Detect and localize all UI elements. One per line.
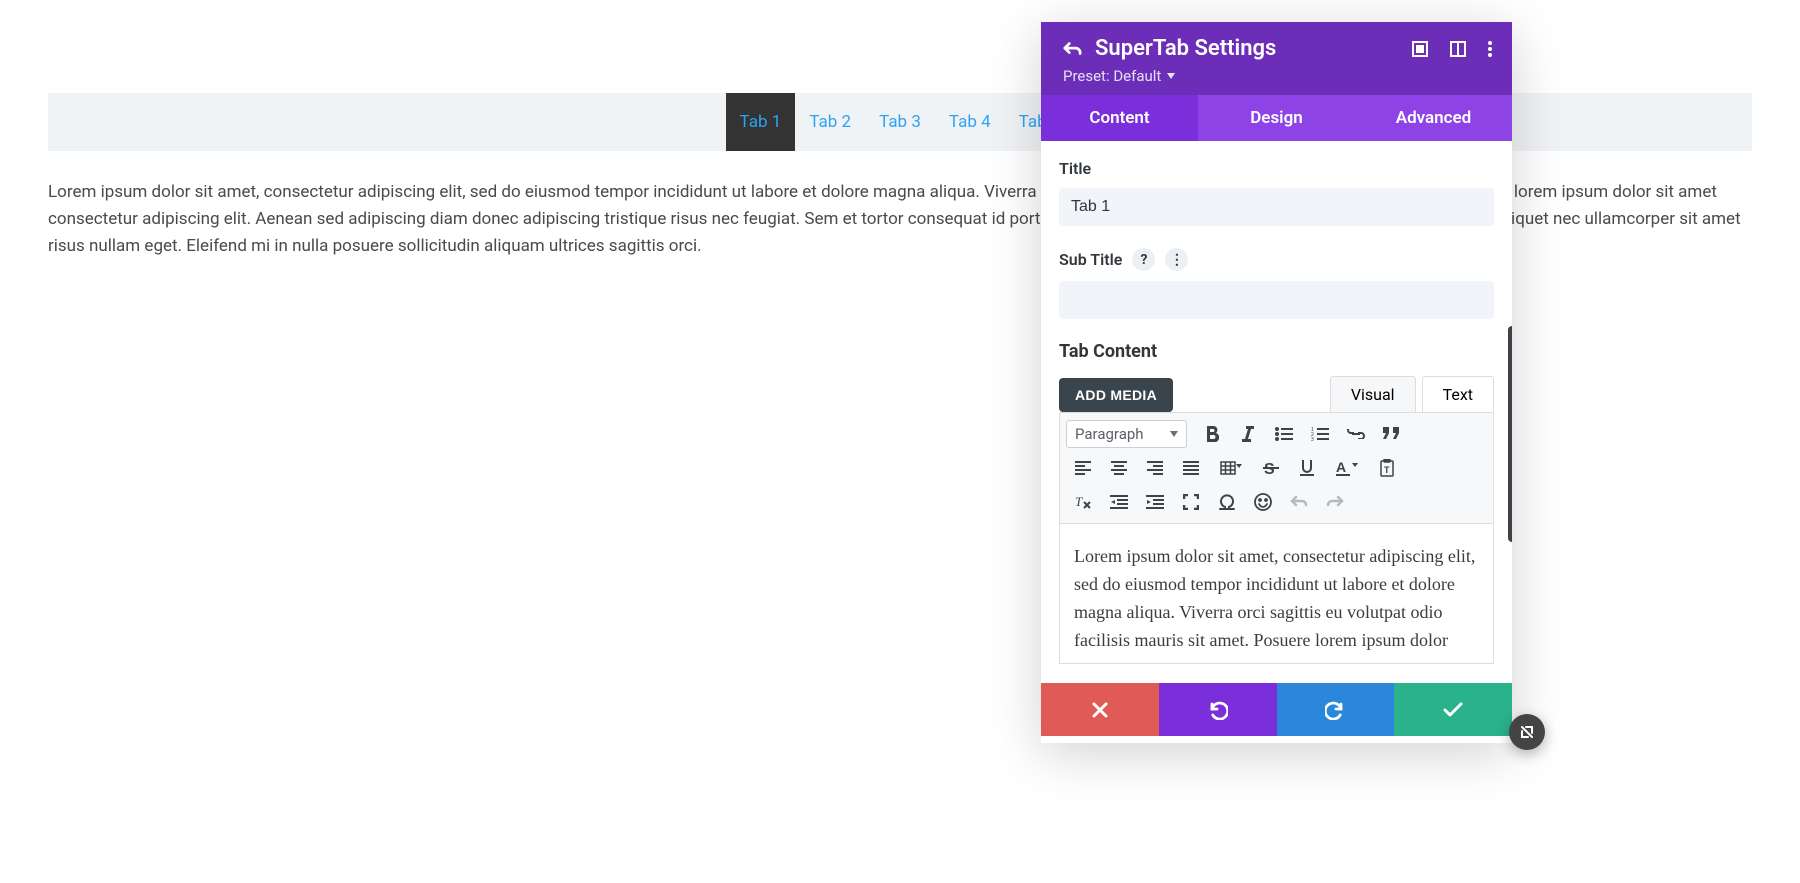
outdent-icon[interactable] [1102,487,1136,517]
editor-text-tab[interactable]: Text [1422,376,1494,412]
tab-label: Tab 3 [879,112,921,132]
more-options-icon[interactable]: ⋮ [1165,248,1188,271]
align-center-icon[interactable] [1102,453,1136,483]
paragraph-label: Paragraph [1075,425,1144,443]
tab-label: Advanced [1396,108,1472,128]
tab-advanced[interactable]: Advanced [1355,95,1512,141]
redo-icon[interactable] [1318,487,1352,517]
check-icon [1443,702,1463,718]
back-icon[interactable] [1055,40,1089,58]
chevron-down-icon [1167,73,1175,79]
editor-content-area[interactable]: Lorem ipsum dolor sit amet, consectetur … [1059,524,1494,664]
blockquote-icon[interactable] [1375,419,1409,449]
resize-handle[interactable] [1509,714,1545,750]
preset-dropdown[interactable]: Preset: Default [1041,67,1512,95]
tab-label: Tab 2 [809,112,851,132]
help-icon[interactable]: ? [1132,248,1155,271]
indent-icon[interactable] [1138,487,1172,517]
undo-button[interactable] [1159,683,1277,736]
subtitle-input[interactable] [1059,281,1494,319]
tab-label: Design [1250,108,1303,128]
redo-button[interactable] [1277,683,1395,736]
preset-label: Preset: Default [1063,67,1161,85]
fullscreen-icon[interactable] [1174,487,1208,517]
svg-text:T: T [1384,465,1390,475]
align-right-icon[interactable] [1138,453,1172,483]
editor-text: Lorem ipsum dolor sit amet, consectetur … [1074,546,1475,650]
text-color-icon[interactable]: A [1326,453,1368,483]
settings-panel: SuperTab Settings Preset: Default Conten… [1041,22,1512,743]
underline-icon[interactable] [1290,453,1324,483]
strikethrough-icon[interactable]: S [1254,453,1288,483]
add-media-button[interactable]: ADD MEDIA [1059,378,1173,412]
special-char-icon[interactable] [1210,487,1244,517]
preview-tab-1[interactable]: Tab 1 [726,93,796,151]
panel-tabs: Content Design Advanced [1041,95,1512,141]
subtitle-field-label: Sub Title ? ⋮ [1059,248,1494,271]
scrollbar-thumb[interactable] [1508,326,1512,542]
bullet-list-icon[interactable] [1267,419,1301,449]
align-justify-icon[interactable] [1174,453,1208,483]
link-icon[interactable] [1339,419,1373,449]
preview-tab-3[interactable]: Tab 3 [865,93,935,151]
columns-icon[interactable] [1450,41,1466,57]
resize-icon [1519,724,1535,740]
cancel-button[interactable] [1041,683,1159,736]
more-vertical-icon[interactable] [1488,41,1492,57]
undo-icon [1208,700,1228,720]
italic-icon[interactable] [1231,419,1265,449]
title-input[interactable] [1059,188,1494,226]
vt-label: Text [1443,385,1473,404]
expand-icon[interactable] [1412,41,1428,57]
table-icon[interactable] [1210,453,1252,483]
undo-icon[interactable] [1282,487,1316,517]
svg-text:A: A [1336,460,1346,475]
title-field-label: Title [1059,159,1494,178]
paste-text-icon[interactable]: T [1370,453,1404,483]
save-button[interactable] [1394,683,1512,736]
panel-title: SuperTab Settings [1089,36,1412,61]
align-left-icon[interactable] [1066,453,1100,483]
redo-icon [1325,700,1345,720]
tab-design[interactable]: Design [1198,95,1355,141]
paragraph-dropdown[interactable]: Paragraph [1066,420,1187,448]
tab-content[interactable]: Content [1041,95,1198,141]
chevron-down-icon [1170,431,1178,437]
svg-text:T: T [1075,494,1083,509]
vt-label: Visual [1351,385,1395,404]
preview-tab-2[interactable]: Tab 2 [795,93,865,151]
subtitle-label-text: Sub Title [1059,250,1122,269]
close-icon [1092,702,1108,718]
preview-tab-4[interactable]: Tab 4 [935,93,1005,151]
svg-text:3: 3 [1311,437,1314,441]
tab-label: Tab 1 [740,112,782,132]
clear-format-icon[interactable]: T [1066,487,1100,517]
tab-label: Content [1089,108,1149,128]
number-list-icon[interactable]: 123 [1303,419,1337,449]
editor-toolbar: Paragraph 123 S A T [1059,412,1494,524]
tab-label: Tab 4 [949,112,991,132]
bold-icon[interactable] [1195,419,1229,449]
panel-body: Title Sub Title ? ⋮ Tab Content ADD MEDI… [1041,141,1512,743]
tab-content-label: Tab Content [1059,341,1494,362]
emoji-icon[interactable] [1246,487,1280,517]
editor-visual-tab[interactable]: Visual [1330,376,1416,412]
panel-footer [1041,683,1512,736]
panel-header: SuperTab Settings Preset: Default [1041,22,1512,95]
